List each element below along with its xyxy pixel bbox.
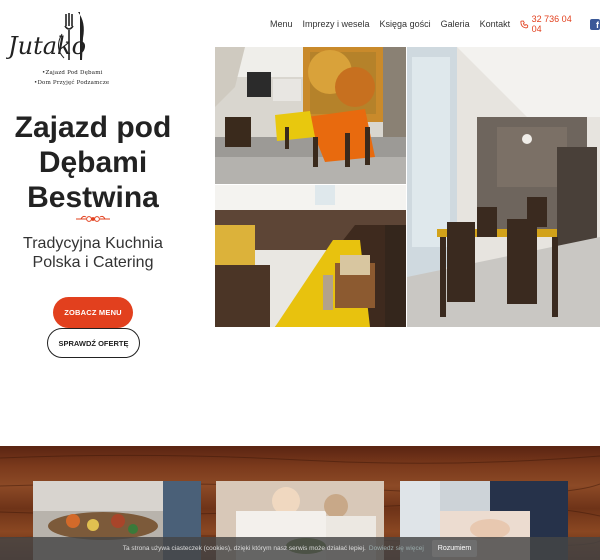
main-nav: Menu Imprezy i wesela Księga gości Galer… [270,14,600,34]
logo-script-text: Jutako [6,32,86,60]
logo-subline-2: •Dom Przyjęć Podzamcze [34,80,110,86]
photo-table-detail [215,185,406,327]
hero-subtitle-line-1: Tradycyjna Kuchnia [23,235,163,252]
nav-item-galeria[interactable]: Galeria [441,19,470,29]
cookie-text: Ta strona używa ciasteczek (cookies), dz… [122,545,366,552]
logo-subline-1: •Zajazd Pod Dębami [42,70,103,76]
facebook-icon[interactable]: f [590,18,600,30]
cookie-learn-more-link[interactable]: Dowiedz się więcej [369,545,424,552]
nav-item-menu[interactable]: Menu [270,19,293,29]
hero-title-line-1: Zajazd pod [14,111,172,144]
logo[interactable]: Jutako •Zajazd Pod Dębami •Dom Przyjęć P… [3,8,110,86]
hero-subtitle-line-2: Polska i Catering [32,254,154,271]
check-offer-button[interactable]: SPRAWDŹ OFERTĘ [47,328,140,358]
phone-number: 32 736 04 04 [531,14,572,34]
nav-item-imprezy[interactable]: Imprezy i wesela [303,19,370,29]
ornament-divider [76,215,110,222]
phone-icon [520,20,529,28]
nav-item-kontakt[interactable]: Kontakt [480,19,511,29]
cookie-banner: Ta strona używa ciasteczek (cookies), dz… [0,537,600,560]
hero-title-line-3: Bestwina [27,181,159,214]
nav-item-ksiega-gosci[interactable]: Księga gości [380,19,431,29]
phone-link[interactable]: 32 736 04 04 [520,14,581,34]
hero-title-line-2: Dębami [38,146,148,179]
photo-dining-room-mural [215,47,406,184]
hero-title: Zajazd pod Dębami Bestwina [0,110,186,215]
see-menu-button[interactable]: ZOBACZ MENU [53,297,133,328]
photo-hall-windows [407,47,600,327]
cookie-accept-button[interactable]: Rozumiem [431,540,478,557]
hero-subtitle: Tradycyjna Kuchnia Polska i Catering [0,234,186,272]
